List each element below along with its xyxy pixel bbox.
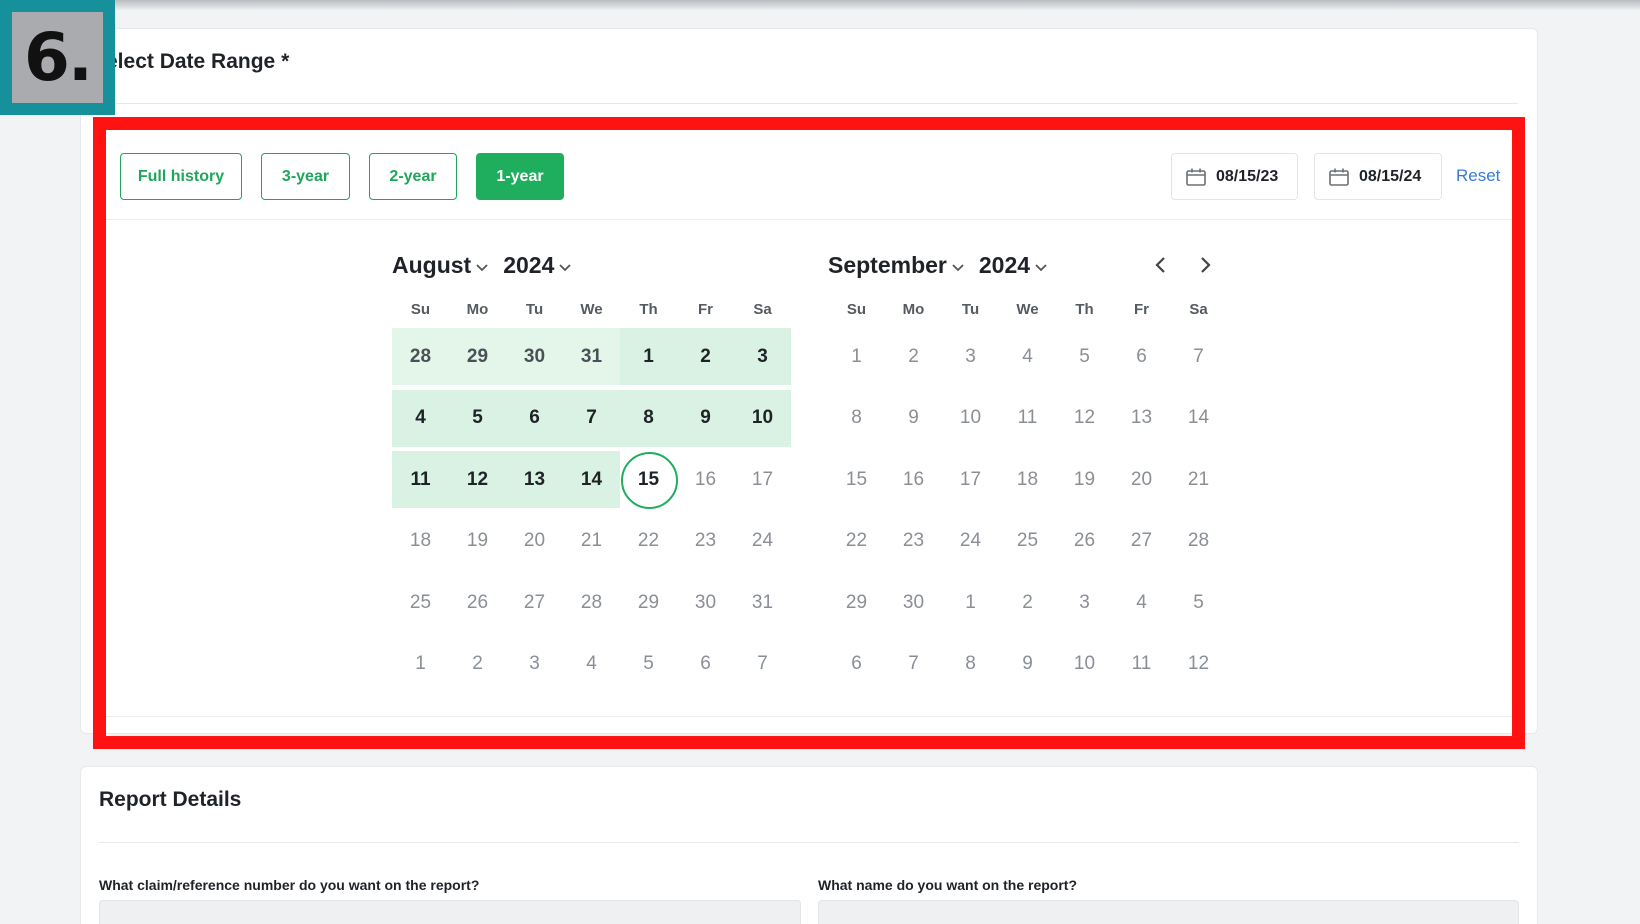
step-number: 6. — [12, 12, 103, 103]
window-top-edge — [0, 0, 1640, 10]
claim-number-label: What claim/reference number do you want … — [99, 877, 480, 893]
report-title-divider — [99, 842, 1519, 843]
claim-number-input[interactable] — [99, 900, 801, 924]
report-name-label: What name do you want on the report? — [818, 877, 1077, 893]
date-range-title: elect Date Range * — [106, 50, 290, 73]
highlight-box — [93, 117, 1525, 749]
report-name-input[interactable] — [818, 900, 1519, 924]
report-details-title: Report Details — [99, 788, 242, 811]
step-badge: 6. — [0, 0, 115, 115]
title-divider — [100, 103, 1518, 104]
